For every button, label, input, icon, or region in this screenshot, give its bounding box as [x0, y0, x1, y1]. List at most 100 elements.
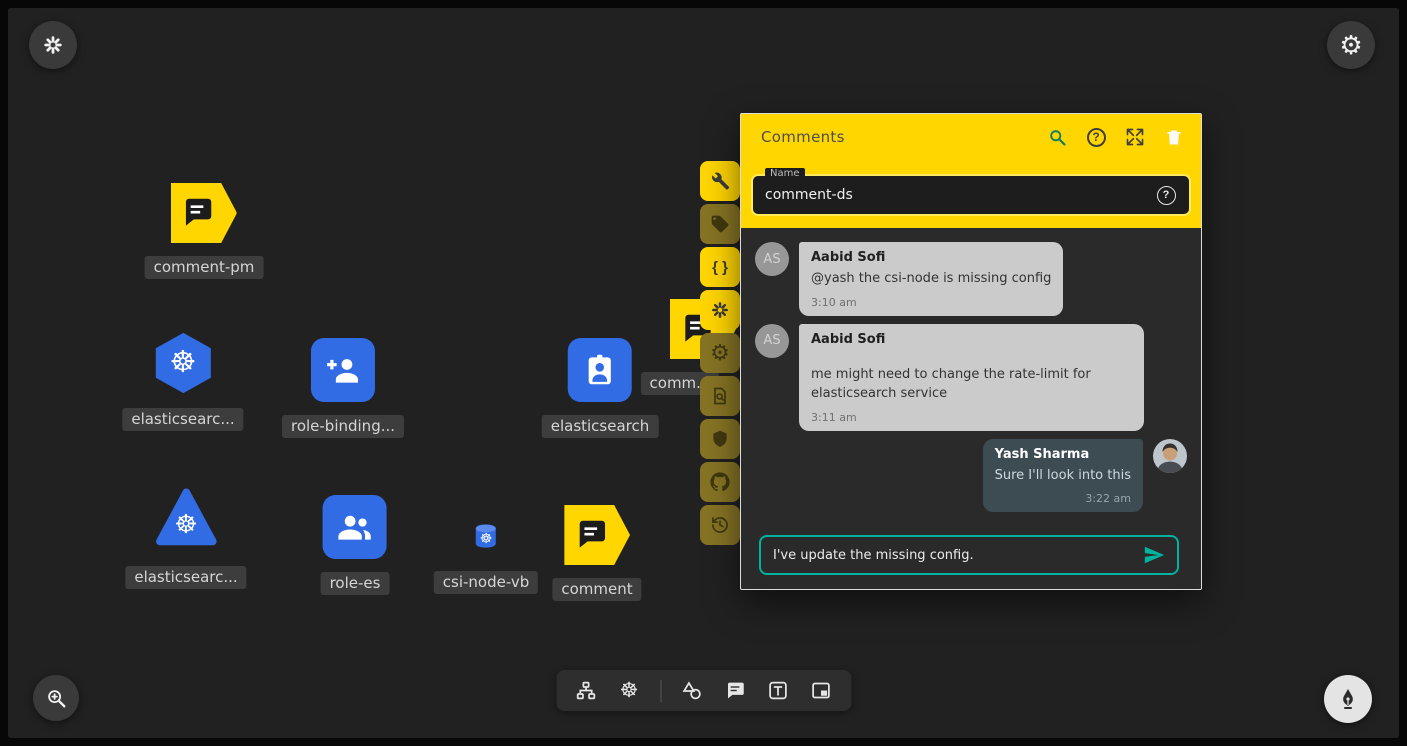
toolbar-wrench-button[interactable] — [700, 161, 740, 201]
field-help-icon: ? — [1157, 186, 1176, 205]
text-tool-icon — [768, 680, 789, 701]
k8s-triangle-icon: ☸ — [152, 486, 220, 549]
people-icon — [336, 508, 374, 546]
node-role-es[interactable]: role-es — [321, 495, 390, 595]
media-panel-icon — [811, 680, 832, 701]
dock-comment-button[interactable] — [723, 679, 747, 703]
comment-node-icon — [564, 505, 630, 565]
message-row: AS Aabid Sofi me might need to change th… — [755, 324, 1187, 431]
tools-dock: ☸ — [556, 670, 851, 711]
message-bubble[interactable]: Aabid Sofi @yash the csi-node is missing… — [799, 242, 1063, 316]
name-field[interactable]: Name ? — [751, 174, 1191, 216]
name-input[interactable] — [765, 187, 1155, 203]
k8s-wheel-icon: ☸ — [620, 680, 639, 701]
shapes-icon — [682, 680, 703, 701]
node-label: elasticsearc... — [125, 566, 246, 589]
avatar[interactable]: AS — [755, 242, 789, 276]
k8s-hexagon-icon: ☸ — [150, 331, 216, 395]
dock-kubernetes-button[interactable]: ☸ — [617, 679, 641, 703]
trash-icon — [1164, 127, 1184, 147]
expand-icon — [1125, 127, 1145, 147]
message-author: Yash Sharma — [995, 447, 1131, 462]
node-action-toolbar: { } ⚙ — [700, 161, 740, 545]
doc-search-icon — [710, 386, 730, 406]
node-elasticsearch-triangle[interactable]: ☸ elasticsearc... — [125, 486, 246, 589]
toolbar-github-button[interactable] — [700, 462, 740, 502]
node-label: role-binding... — [282, 415, 404, 438]
help-button[interactable]: ? — [1085, 126, 1107, 148]
toolbar-flower-button[interactable] — [700, 290, 740, 330]
zoom-in-icon — [45, 687, 67, 709]
send-button[interactable] — [1141, 542, 1167, 568]
message-text: Sure I'll look into this — [995, 466, 1131, 486]
comment-composer[interactable] — [759, 535, 1179, 575]
toolbar-gear-button[interactable]: ⚙ — [700, 333, 740, 373]
node-comment-pm[interactable]: comment-pm — [145, 183, 264, 279]
dock-structure-button[interactable] — [574, 679, 598, 703]
dock-text-button[interactable] — [766, 679, 790, 703]
send-icon — [1143, 544, 1165, 566]
app-logo-button[interactable] — [29, 21, 77, 69]
braces-icon: { } — [712, 260, 728, 275]
avatar[interactable]: AS — [755, 324, 789, 358]
comments-panel-header-section: Comments ? — [741, 114, 1201, 228]
comments-panel-header[interactable]: Comments ? — [741, 114, 1201, 160]
node-comment[interactable]: comment — [552, 505, 641, 601]
avatar-photo-icon — [1153, 439, 1187, 473]
node-label: comment — [552, 578, 641, 601]
toolbar-tag-button[interactable] — [700, 204, 740, 244]
node-csi-node-vb[interactable]: ☸ csi-node-vb — [434, 521, 538, 594]
k8s-wheel-icon: ☸ — [170, 348, 197, 378]
expand-button[interactable] — [1124, 126, 1146, 148]
dock-shapes-button[interactable] — [680, 679, 704, 703]
github-icon — [710, 472, 730, 492]
message-time: 3:10 am — [811, 296, 1051, 309]
comment-node-icon — [171, 183, 237, 243]
toolbar-braces-button[interactable]: { } — [700, 247, 740, 287]
search-button[interactable] — [1046, 126, 1068, 148]
toolbar-doc-search-button[interactable] — [700, 376, 740, 416]
person-add-icon — [324, 351, 362, 389]
pen-nib-icon — [1336, 687, 1360, 711]
gear-icon: ⚙ — [1339, 32, 1362, 58]
message-row: Yash Sharma Sure I'll look into this 3:2… — [755, 439, 1187, 513]
panel-header-actions: ? — [1046, 126, 1185, 148]
help-icon: ? — [1087, 128, 1106, 147]
message-row: AS Aabid Sofi @yash the csi-node is miss… — [755, 242, 1187, 316]
k8s-wheel-icon: ☸ — [480, 532, 493, 546]
toolbar-history-button[interactable] — [700, 505, 740, 545]
node-label: elasticsearc... — [122, 408, 243, 431]
hierarchy-icon — [576, 680, 597, 701]
delete-button[interactable] — [1163, 126, 1185, 148]
comment-input[interactable] — [773, 548, 1141, 563]
field-help-button[interactable]: ? — [1155, 184, 1177, 206]
comments-thread: AS Aabid Sofi @yash the csi-node is miss… — [741, 228, 1201, 589]
comment-icon — [725, 680, 746, 701]
speech-bubble-icon — [180, 194, 218, 232]
k8s-square-icon — [568, 338, 632, 402]
dock-media-button[interactable] — [809, 679, 833, 703]
speech-bubble-icon — [573, 516, 611, 554]
pen-tool-button[interactable] — [1324, 675, 1372, 723]
message-bubble[interactable]: Yash Sharma Sure I'll look into this 3:2… — [983, 439, 1143, 513]
k8s-cylinder-icon: ☸ — [471, 521, 501, 551]
toolbar-shield-button[interactable] — [700, 419, 740, 459]
node-elasticsearch-hexagon[interactable]: ☸ elasticsearc... — [122, 331, 243, 431]
message-author: Aabid Sofi — [811, 332, 1132, 347]
search-icon — [1047, 127, 1067, 147]
node-elasticsearch-sa[interactable]: elasticsearch — [542, 338, 659, 438]
k8s-square-icon — [311, 338, 375, 402]
name-field-label: Name — [765, 168, 805, 179]
comments-panel: Comments ? — [740, 113, 1202, 590]
node-label: csi-node-vb — [434, 571, 538, 594]
dock-divider — [660, 680, 661, 702]
avatar[interactable] — [1153, 439, 1187, 473]
history-icon — [710, 515, 730, 535]
settings-button[interactable]: ⚙ — [1327, 21, 1375, 69]
badge-icon — [581, 351, 619, 389]
zoom-button[interactable] — [33, 675, 79, 721]
wrench-icon — [710, 171, 730, 191]
node-label: elasticsearch — [542, 415, 659, 438]
message-bubble[interactable]: Aabid Sofi me might need to change the r… — [799, 324, 1144, 431]
node-role-binding[interactable]: role-binding... — [282, 338, 404, 438]
